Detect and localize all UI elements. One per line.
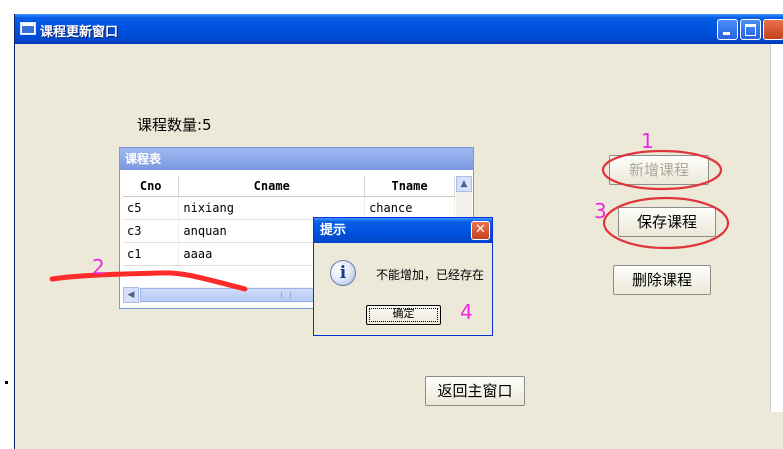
dialog-title[interactable]: 提示 <box>314 218 492 243</box>
column-header-cname[interactable]: Cname <box>178 176 366 197</box>
desktop-dot <box>5 381 8 384</box>
annotation-number-1: 1 <box>641 129 654 153</box>
close-button[interactable] <box>763 19 783 40</box>
back-to-main-button[interactable]: 返回主窗口 <box>425 376 525 406</box>
scroll-left-arrow-icon[interactable]: ◀ <box>123 287 139 303</box>
course-count-label: 课程数量:5 <box>137 116 212 134</box>
annotation-number-3: 3 <box>594 199 607 223</box>
column-header-cno[interactable]: Cno <box>123 176 180 197</box>
add-course-button[interactable]: 新增课程 <box>609 155 709 185</box>
maximize-button[interactable] <box>740 19 761 40</box>
table-header-row: Cno Cname Tname <box>123 176 455 197</box>
table-cell-cno[interactable]: c5 <box>123 196 180 220</box>
window-app-icon <box>20 22 36 35</box>
dialog-close-button[interactable]: ✕ <box>471 221 490 240</box>
info-icon: i <box>330 260 356 286</box>
minimize-button[interactable] <box>717 19 738 40</box>
table-cell-cno[interactable]: c1 <box>123 242 180 266</box>
window-title: 课程更新窗口 <box>40 25 119 40</box>
window-titlebar[interactable]: 课程更新窗口 <box>15 14 783 44</box>
save-course-button[interactable]: 保存课程 <box>618 207 716 237</box>
delete-course-button[interactable]: 删除课程 <box>613 265 711 295</box>
scroll-up-arrow-icon[interactable]: ▲ <box>456 176 472 192</box>
dialog-ok-button[interactable]: 确定 <box>366 305 441 325</box>
column-header-tname[interactable]: Tname <box>364 176 455 197</box>
table-cell-cno[interactable]: c3 <box>123 219 180 243</box>
annotation-number-4: 4 <box>460 300 473 324</box>
course-update-window: 课程更新窗口 课程数量:5 课程表 Cno Cname Tname c5 nix… <box>14 14 783 449</box>
window-right-edge <box>770 44 783 412</box>
dialog-message: 不能增加，已经存在 <box>376 268 485 282</box>
annotation-number-2: 2 <box>92 255 105 279</box>
course-table-title: 课程表 <box>120 148 473 170</box>
